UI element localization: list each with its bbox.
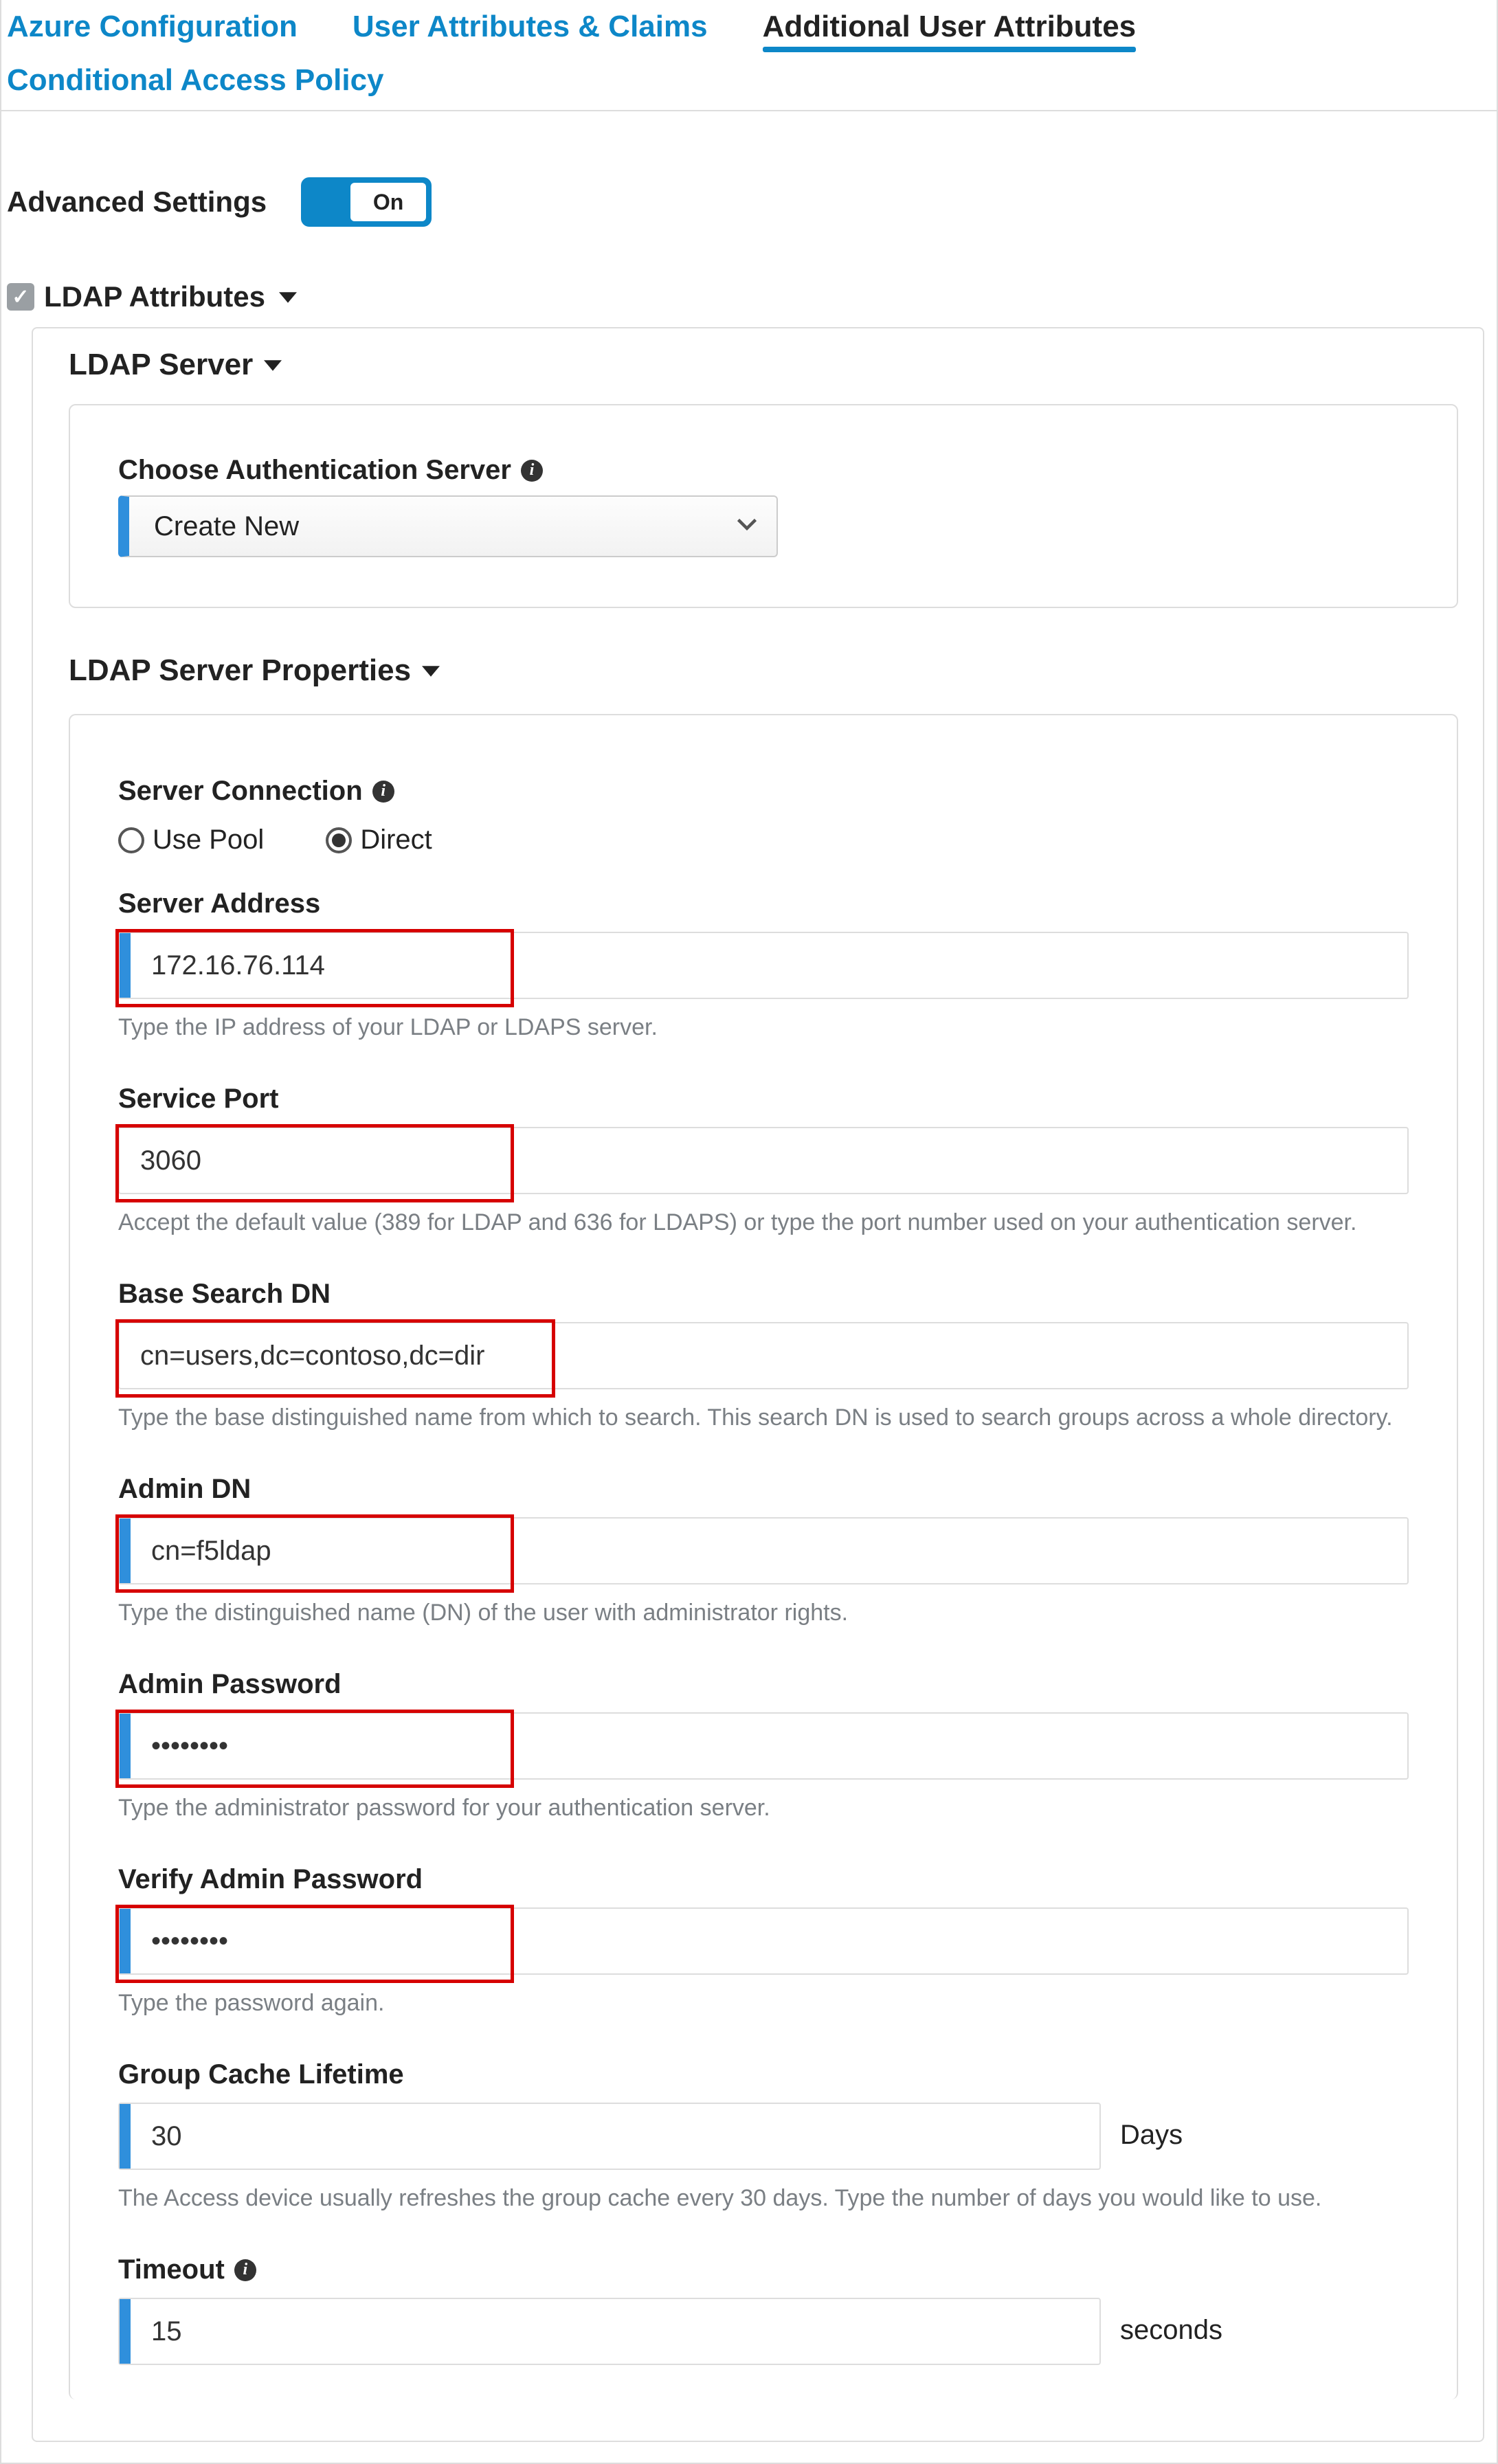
- ldap-attributes-checkbox[interactable]: ✓: [7, 283, 34, 311]
- auth-server-label: Choose Authentication Server: [118, 455, 511, 486]
- tab-conditional-access-policy[interactable]: Conditional Access Policy: [7, 60, 399, 110]
- timeout-unit: seconds: [1120, 2315, 1222, 2346]
- ldap-attributes-header[interactable]: ✓ LDAP Attributes: [1, 275, 1497, 319]
- info-icon[interactable]: i: [234, 2259, 256, 2281]
- config-panel: Azure Configuration User Attributes & Cl…: [0, 0, 1498, 2464]
- group-cache-lifetime-help: The Access device usually refreshes the …: [118, 2170, 1409, 2212]
- ldap-server-header[interactable]: LDAP Server: [33, 328, 1483, 399]
- info-icon[interactable]: i: [372, 781, 394, 803]
- timeout-field-wrap: [118, 2298, 1101, 2365]
- admin-password-help: Type the administrator password for your…: [118, 1780, 1409, 1822]
- caret-down-icon: [422, 653, 440, 688]
- server-address-help: Type the IP address of your LDAP or LDAP…: [118, 999, 1409, 1041]
- service-port-input[interactable]: [118, 1127, 1409, 1194]
- advanced-settings-label: Advanced Settings: [7, 186, 267, 219]
- admin-dn-help: Type the distinguished name (DN) of the …: [118, 1584, 1409, 1626]
- base-search-dn-input[interactable]: [118, 1322, 1409, 1389]
- ldap-server-properties-title: LDAP Server Properties: [69, 653, 411, 688]
- server-address-field-wrap: [118, 932, 1409, 999]
- admin-password-input[interactable]: [118, 1712, 1409, 1780]
- ldap-server-properties-header[interactable]: LDAP Server Properties: [33, 614, 1483, 704]
- admin-dn-label: Admin DN: [118, 1474, 251, 1505]
- timeout-input[interactable]: [118, 2298, 1101, 2365]
- tab-additional-user-attributes[interactable]: Additional User Attributes: [763, 7, 1152, 56]
- admin-password-label: Admin Password: [118, 1669, 342, 1700]
- service-port-help: Accept the default value (389 for LDAP a…: [118, 1194, 1409, 1236]
- server-connection-label: Server Connection: [118, 776, 363, 807]
- ldap-server-card: Choose Authentication Server i Create Ne…: [69, 404, 1458, 608]
- ldap-attributes-panel: LDAP Server Choose Authentication Server…: [32, 327, 1484, 2442]
- radio-icon: [118, 827, 144, 853]
- verify-admin-password-label: Verify Admin Password: [118, 1864, 423, 1895]
- auth-server-value: Create New: [154, 511, 299, 542]
- base-search-dn-label: Base Search DN: [118, 1279, 331, 1310]
- group-cache-lifetime-field-wrap: [118, 2103, 1101, 2170]
- group-cache-lifetime-unit: Days: [1120, 2120, 1183, 2151]
- service-port-field-wrap: [118, 1127, 1409, 1194]
- caret-down-icon: [264, 348, 282, 382]
- ldap-attributes-label: LDAP Attributes: [44, 280, 265, 313]
- info-icon[interactable]: i: [521, 460, 543, 482]
- advanced-settings-toggle[interactable]: On: [301, 177, 432, 227]
- verify-admin-password-field-wrap: [118, 1907, 1409, 1975]
- verify-admin-password-help: Type the password again.: [118, 1975, 1409, 2017]
- server-connection-group: Use Pool Direct: [118, 816, 1409, 888]
- base-search-dn-field-wrap: [118, 1322, 1409, 1389]
- caret-down-icon: [279, 280, 297, 313]
- radio-icon: [326, 827, 352, 853]
- service-port-label: Service Port: [118, 1084, 278, 1115]
- group-cache-lifetime-input[interactable]: [118, 2103, 1101, 2170]
- ldap-server-properties-card: Server Connection i Use Pool Direct Serv…: [69, 714, 1458, 2399]
- server-address-input[interactable]: [118, 932, 1409, 999]
- verify-admin-password-input[interactable]: [118, 1907, 1409, 1975]
- ldap-server-title: LDAP Server: [69, 348, 253, 382]
- auth-server-select[interactable]: Create New: [118, 495, 778, 557]
- server-address-label: Server Address: [118, 888, 320, 919]
- tab-azure-configuration[interactable]: Azure Configuration: [7, 7, 313, 56]
- toggle-state-label: On: [373, 190, 403, 215]
- timeout-label: Timeout: [118, 2254, 225, 2285]
- admin-password-field-wrap: [118, 1712, 1409, 1780]
- server-connection-direct-radio[interactable]: Direct: [326, 825, 432, 855]
- server-connection-pool-radio[interactable]: Use Pool: [118, 825, 264, 855]
- admin-dn-input[interactable]: [118, 1517, 1409, 1584]
- tab-user-attributes-claims[interactable]: User Attributes & Claims: [353, 7, 723, 56]
- radio-label: Use Pool: [153, 825, 264, 855]
- chevron-down-icon: [737, 511, 757, 542]
- group-cache-lifetime-label: Group Cache Lifetime: [118, 2059, 404, 2090]
- tabs-bar: Azure Configuration User Attributes & Cl…: [1, 0, 1497, 111]
- base-search-dn-help: Type the base distinguished name from wh…: [118, 1389, 1409, 1431]
- admin-dn-field-wrap: [118, 1517, 1409, 1584]
- advanced-settings-row: Advanced Settings On: [1, 111, 1497, 275]
- radio-label: Direct: [360, 825, 432, 855]
